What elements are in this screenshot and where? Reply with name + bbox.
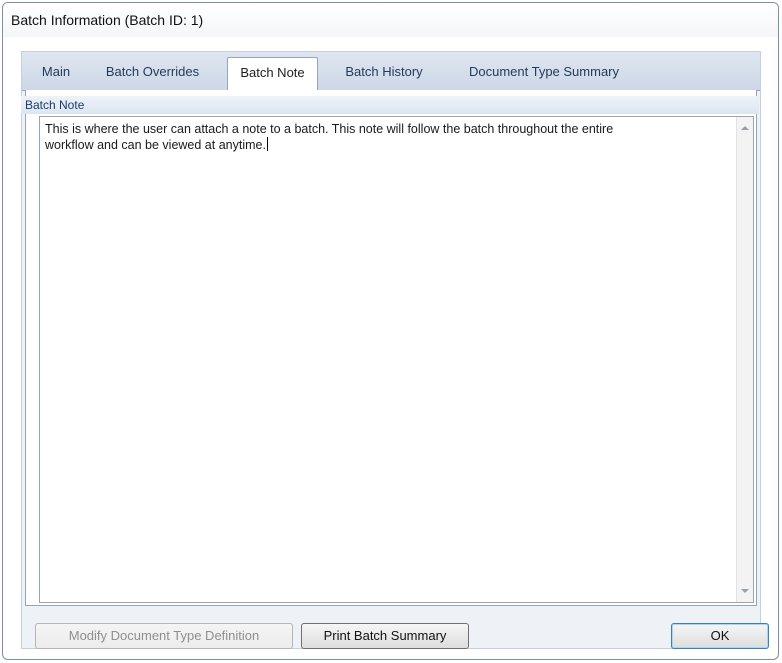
vertical-scrollbar[interactable]	[736, 117, 753, 602]
scroll-down-arrow-icon[interactable]	[741, 589, 749, 593]
window-title: Batch Information (Batch ID: 1)	[11, 12, 204, 28]
title-bar[interactable]: Batch Information (Batch ID: 1)	[3, 3, 778, 37]
modify-document-type-definition-button[interactable]: Modify Document Type Definition	[35, 623, 293, 649]
batch-note-content: This is where the user can attach a note…	[45, 122, 614, 152]
tab-document-type-summary[interactable]: Document Type Summary	[454, 60, 634, 84]
tab-batch-history[interactable]: Batch History	[334, 60, 434, 84]
tab-main[interactable]: Main	[38, 60, 74, 84]
print-batch-summary-button[interactable]: Print Batch Summary	[301, 623, 469, 649]
batch-note-textarea[interactable]: This is where the user can attach a note…	[39, 116, 754, 603]
tab-batch-note[interactable]: Batch Note	[227, 57, 318, 90]
batch-information-dialog: Batch Information (Batch ID: 1) Main Bat…	[2, 2, 779, 660]
batch-note-text[interactable]: This is where the user can attach a note…	[45, 121, 705, 153]
tab-batch-overrides[interactable]: Batch Overrides	[95, 60, 210, 84]
scroll-up-arrow-icon[interactable]	[741, 126, 749, 130]
text-caret	[266, 137, 268, 151]
tab-strip: Main Batch Overrides Batch Note Batch Hi…	[22, 52, 760, 91]
ok-button[interactable]: OK	[671, 623, 769, 649]
batch-note-group-header: Batch Note	[21, 96, 759, 114]
